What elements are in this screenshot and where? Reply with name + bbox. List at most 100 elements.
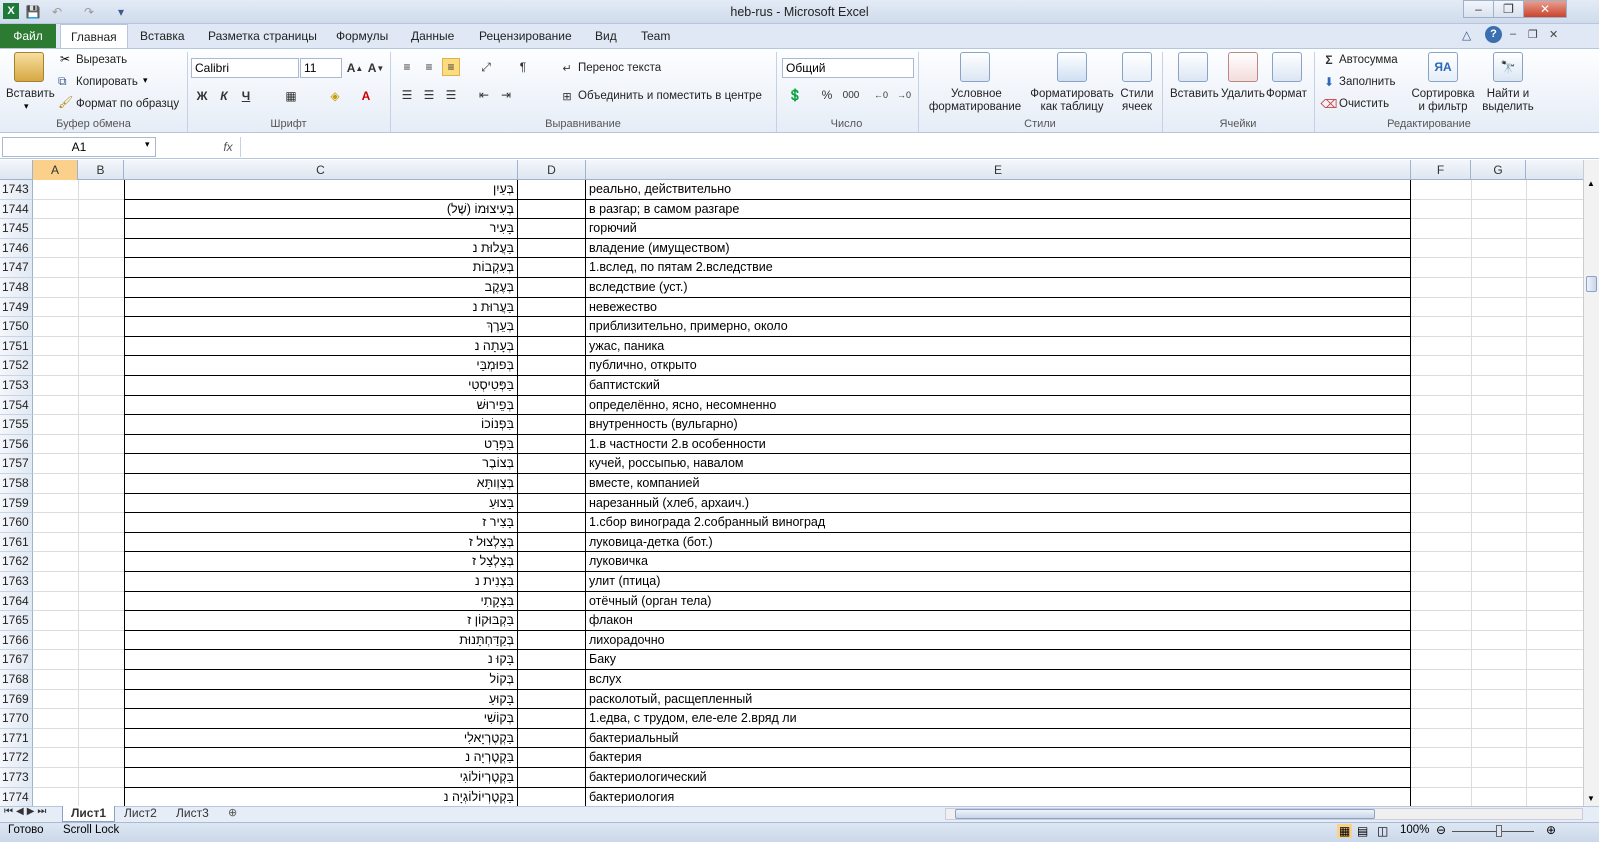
cell-d[interactable]: [518, 670, 586, 690]
cell-d[interactable]: [518, 689, 586, 710]
cell-c-hebrew[interactable]: בַּקְטֶרְיוֹלוֹגִי: [124, 768, 518, 788]
row-header[interactable]: 1744: [0, 199, 33, 220]
cell-d[interactable]: [518, 219, 586, 239]
cell-c-hebrew[interactable]: בִּצְנִית נ: [124, 572, 518, 592]
select-all-corner[interactable]: [0, 160, 33, 180]
cell-e-russian[interactable]: баптистский: [586, 376, 1411, 396]
help-icon[interactable]: ?: [1485, 26, 1502, 43]
row-header[interactable]: 1771: [0, 728, 33, 749]
merge-center-button[interactable]: Объединить и поместить в центре: [578, 89, 762, 103]
font-color-icon[interactable]: A: [357, 87, 375, 105]
cell-c-hebrew[interactable]: בַּקְטֶרְיָה נ: [124, 748, 518, 768]
conditional-formatting-label2[interactable]: форматирование: [925, 100, 1025, 114]
cell-c-hebrew[interactable]: בְּעֵרֶךְ: [124, 317, 518, 337]
cell-d[interactable]: [518, 180, 586, 200]
cell-c-hebrew[interactable]: בְּקַדַּחְתָּנוּת: [124, 630, 518, 651]
align-right-icon[interactable]: ☰: [442, 86, 460, 104]
row-header[interactable]: 1745: [0, 219, 33, 239]
name-box-dropdown-icon[interactable]: ▾: [145, 139, 150, 150]
cell-d[interactable]: [518, 650, 586, 670]
cell-c-hebrew[interactable]: בִּפְרָט: [124, 434, 518, 455]
format-as-table-label2[interactable]: как таблицу: [1032, 100, 1112, 114]
worksheet-grid[interactable]: 1743 בְּעַיִן реально, действительно 1744 בְ…: [0, 180, 1583, 806]
cell-d[interactable]: [518, 454, 586, 474]
column-header-e[interactable]: E: [586, 160, 1411, 180]
cell-c-hebrew[interactable]: בְּקוֹל: [124, 670, 518, 690]
cell-e-russian[interactable]: 1.в частности 2.в особенности: [586, 434, 1411, 455]
row-header[interactable]: 1765: [0, 611, 33, 631]
zoom-slider-thumb[interactable]: [1496, 825, 1502, 837]
column-header-g[interactable]: G: [1471, 160, 1526, 180]
cell-d[interactable]: [518, 356, 586, 376]
cell-d[interactable]: [518, 748, 586, 768]
cell-e-russian[interactable]: реально, действительно: [586, 180, 1411, 200]
cell-e-russian[interactable]: лихорадочно: [586, 630, 1411, 651]
cell-e-russian[interactable]: 1.вслед, по пятам 2.вследствие: [586, 258, 1411, 278]
normal-view-icon[interactable]: ▦: [1337, 824, 1353, 838]
row-header[interactable]: 1743: [0, 180, 33, 200]
format-as-table-label1[interactable]: Форматировать: [1030, 87, 1114, 101]
row-header[interactable]: 1769: [0, 689, 33, 710]
cell-e-russian[interactable]: бактериологический: [586, 768, 1411, 788]
cell-d[interactable]: [518, 513, 586, 533]
find-select-label1[interactable]: Найти и: [1478, 87, 1538, 101]
row-header[interactable]: 1760: [0, 513, 33, 533]
cell-d[interactable]: [518, 591, 586, 612]
cell-d[interactable]: [518, 317, 586, 337]
sort-filter-label2[interactable]: и фильтр: [1410, 100, 1476, 114]
align-left-icon[interactable]: ☰: [398, 86, 416, 104]
cell-c-hebrew[interactable]: בִּצְקָתִי: [124, 591, 518, 612]
cell-d[interactable]: [518, 336, 586, 357]
format-painter-button[interactable]: Формат по образцу: [76, 97, 179, 111]
row-header[interactable]: 1767: [0, 650, 33, 670]
cell-e-russian[interactable]: 1.сбор винограда 2.собранный виноград: [586, 513, 1411, 533]
column-header-c[interactable]: C: [124, 160, 518, 180]
cell-e-russian[interactable]: нарезанный (хлеб, архаич.): [586, 493, 1411, 514]
cell-e-russian[interactable]: владение (имуществом): [586, 238, 1411, 259]
sheet-tab-2[interactable]: Лист2: [116, 806, 165, 822]
tab-formulas[interactable]: Формулы: [326, 24, 398, 48]
cell-e-russian[interactable]: луковица-детка (бот.): [586, 532, 1411, 553]
formula-input[interactable]: [240, 137, 1597, 157]
cell-c-hebrew[interactable]: בַּקְבּוּקוֹן ז: [124, 611, 518, 631]
cell-e-russian[interactable]: горючий: [586, 219, 1411, 239]
cell-c-hebrew[interactable]: בַּפְּטִיסְטִי: [124, 376, 518, 396]
row-header[interactable]: 1753: [0, 376, 33, 396]
format-as-table-icon[interactable]: [1057, 52, 1087, 82]
cell-c-hebrew[interactable]: בְּעִיצוּמוֹ (שֶׁל): [124, 199, 518, 220]
close-button[interactable]: ✕: [1523, 0, 1567, 18]
cell-e-russian[interactable]: вслух: [586, 670, 1411, 690]
row-header[interactable]: 1774: [0, 787, 33, 806]
cell-c-hebrew[interactable]: בְּצַלְצוּל ז: [124, 532, 518, 553]
cell-d[interactable]: [518, 787, 586, 806]
maximize-button[interactable]: ❐: [1493, 0, 1524, 18]
tab-view[interactable]: Вид: [585, 24, 627, 48]
tab-insert[interactable]: Вставка: [130, 24, 195, 48]
conditional-formatting-label1[interactable]: Условное: [951, 87, 1002, 101]
decrease-indent-icon[interactable]: ⇤: [475, 86, 493, 104]
sheet-nav-icons[interactable]: ⏮◀▶⏭: [4, 806, 49, 817]
cell-c-hebrew[interactable]: בְּפוּמְבֵּי: [124, 356, 518, 376]
cell-styles-label2[interactable]: ячеек: [1117, 100, 1157, 114]
cell-d[interactable]: [518, 768, 586, 788]
new-sheet-icon[interactable]: ⊕: [228, 806, 237, 819]
scroll-up-icon[interactable]: ▲: [1587, 179, 1595, 188]
row-header[interactable]: 1751: [0, 336, 33, 357]
cell-c-hebrew[interactable]: בִּפְנוֹכוֹ: [124, 415, 518, 435]
cell-c-hebrew[interactable]: בְּעִקְבוֹת: [124, 258, 518, 278]
horizontal-scroll-thumb[interactable]: [955, 809, 1375, 819]
cell-c-hebrew[interactable]: בַּעֲלוּת נ: [124, 238, 518, 259]
column-header-f[interactable]: F: [1411, 160, 1471, 180]
cell-e-russian[interactable]: определённо, ясно, несомненно: [586, 395, 1411, 416]
row-header[interactable]: 1758: [0, 474, 33, 494]
cell-e-russian[interactable]: кучей, россыпью, навалом: [586, 454, 1411, 474]
row-header[interactable]: 1772: [0, 748, 33, 768]
tab-page-layout[interactable]: Разметка страницы: [198, 24, 327, 48]
cell-e-russian[interactable]: расколотый, расщепленный: [586, 689, 1411, 710]
wrap-text-button[interactable]: Перенос текста: [578, 61, 661, 75]
cell-e-russian[interactable]: приблизительно, примерно, около: [586, 317, 1411, 337]
cut-icon[interactable]: ✂: [60, 52, 70, 66]
row-header[interactable]: 1768: [0, 670, 33, 690]
page-break-view-icon[interactable]: ◫: [1377, 824, 1388, 838]
cell-e-russian[interactable]: в разгар; в самом разгаре: [586, 199, 1411, 220]
